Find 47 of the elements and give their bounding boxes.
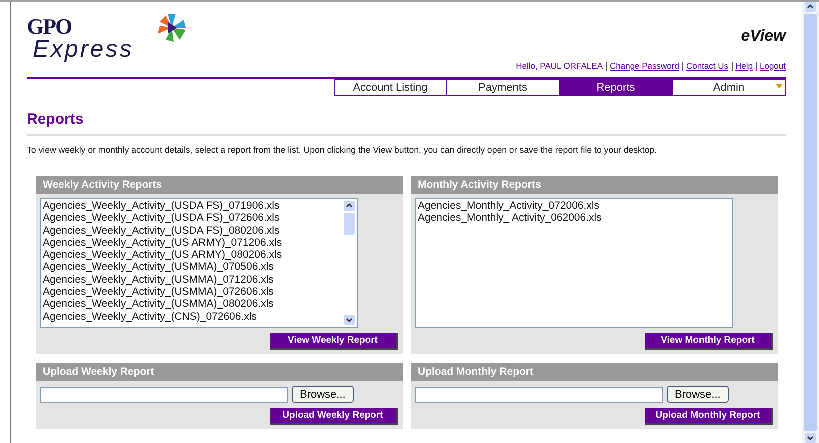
scroll-up-icon[interactable] [805, 2, 816, 12]
star-logo-icon [156, 12, 188, 44]
header-link[interactable]: Contact Us [686, 61, 729, 71]
report-item[interactable]: Agencies_Weekly_Activity_(USDA FS)_072606.xls [43, 212, 340, 225]
file-input-field[interactable] [40, 386, 288, 402]
report-item[interactable]: Agencies_Weekly_Activity_(USMMA)_070506.xls [43, 261, 340, 274]
page-scrollbar[interactable] [802, 2, 819, 443]
header-link[interactable]: Logout [760, 61, 786, 71]
logo: GPO Express [27, 16, 134, 62]
nav-tab[interactable]: Reports [560, 79, 673, 96]
report-item[interactable]: Agencies_Monthly_ Activity_062006.xls [418, 212, 730, 225]
report-item[interactable]: Agencies_Weekly_Activity_(USMMA)_072606.xls [43, 286, 340, 298]
scroll-down-icon[interactable] [805, 433, 816, 443]
view-report-button[interactable]: View Monthly Report [645, 333, 773, 350]
report-item[interactable]: Agencies_Weekly_Activity_(USDA FS)_080206.xls [43, 224, 340, 237]
scroll-up-icon[interactable] [344, 201, 355, 211]
panel-header: Weekly Activity Reports [36, 176, 403, 194]
greeting-text: Hello, PAUL ORFALEA [516, 61, 603, 71]
panel-header: Monthly Activity Reports [411, 176, 778, 194]
intro-text: To view weekly or monthly account details, select a report from the list. Upon clicking the View button, you can directly open or save the report file to your desktop. [27, 145, 658, 155]
nav-tab[interactable]: Admin [673, 79, 786, 96]
upload-button[interactable]: Upload Monthly Report [645, 408, 773, 425]
report-item[interactable]: Agencies_Weekly_Activity_(USDA FS)_071906.xls [43, 200, 340, 212]
file-input-field[interactable] [415, 386, 663, 402]
report-item[interactable]: Agencies_Weekly_Activity_(US ARMY)_080206.xls [43, 249, 340, 262]
report-item[interactable]: Agencies_Monthly_Activity_072006.xls [418, 200, 730, 212]
panel-header: Upload Weekly Report [36, 363, 403, 381]
page-title: Reports [27, 111, 786, 136]
nav-tab[interactable]: Payments [447, 79, 560, 96]
scroll-thumb[interactable] [344, 213, 355, 235]
report-item[interactable]: Agencies_Weekly_Activity_(US ARMY)_071206.xls [43, 236, 340, 250]
header-link[interactable]: Change Password [610, 61, 680, 71]
browse-button[interactable]: Browse... [667, 386, 729, 403]
app-title: eView [741, 28, 786, 46]
view-report-button[interactable]: View Weekly Report [270, 333, 398, 350]
report-item[interactable]: Agencies_Weekly_Activity_(CNS)_072606.xls [43, 310, 340, 323]
list-scrollbar[interactable] [342, 199, 357, 327]
report-item[interactable]: Agencies_Weekly_Activity_(USMMA)_071206.xls [43, 274, 340, 286]
report-listbox[interactable]: Agencies_Monthly_Activity_072006.xls Agencies_Monthly_ Activity_062006.xls [415, 198, 733, 328]
panel-header: Upload Monthly Report [411, 363, 778, 381]
upload-button[interactable]: Upload Weekly Report [270, 408, 398, 425]
report-listbox[interactable] [40, 198, 358, 328]
report-item[interactable]: Agencies_Weekly_Activity_(USMMA)_080206.xls [43, 298, 340, 311]
nav-tab[interactable]: Account Listing [334, 79, 447, 96]
browse-button[interactable]: Browse... [292, 386, 354, 403]
header-link[interactable]: Help [736, 61, 753, 71]
scroll-down-icon[interactable] [344, 315, 355, 325]
